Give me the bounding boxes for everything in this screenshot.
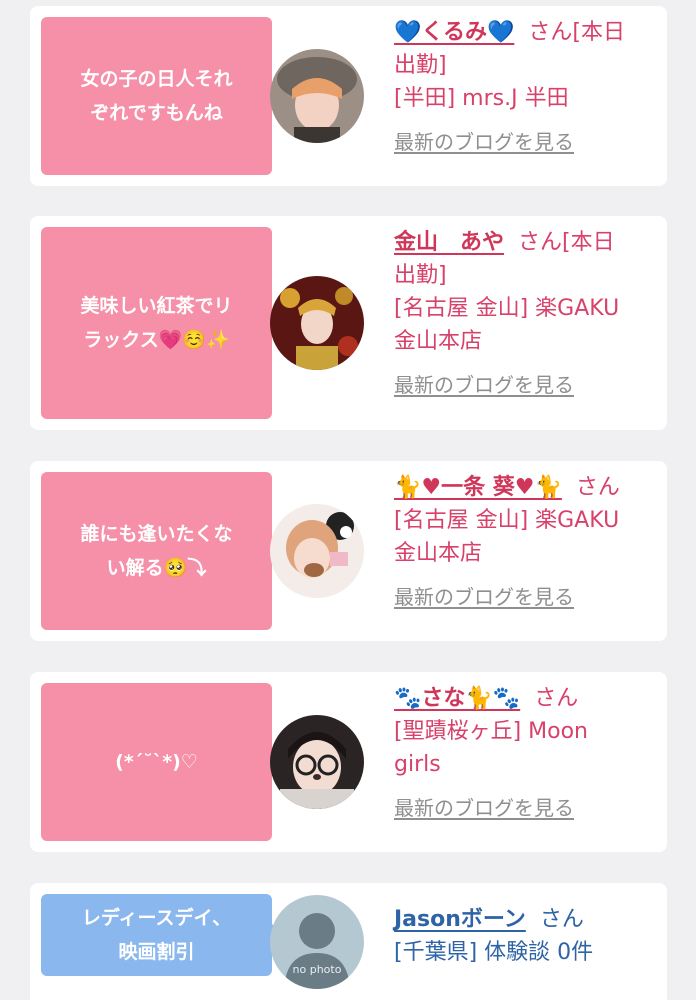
status-text: [本日 — [562, 230, 615, 255]
shop-name: [半田] mrs.J 半田 — [394, 86, 569, 111]
diary-feed: 女の子の日人それ ぞれですもんね 💙くるみ💙 さん[本日 出勤] [半田] mrs… — [0, 0, 696, 1000]
avatar[interactable]: no photo — [270, 895, 364, 989]
honorific: さん — [518, 230, 563, 255]
avatar[interactable] — [270, 715, 364, 809]
bubble-text: ぞれですもんね — [90, 102, 223, 124]
shop-name: [名古屋 金山] 楽GAKU — [394, 296, 620, 321]
girl-name-link[interactable]: 🐈♥一条 葵♥🐈 — [394, 475, 562, 500]
avatar[interactable] — [270, 276, 364, 370]
latest-blog-link[interactable]: 最新のブログを見る — [394, 795, 574, 821]
comment-bubble: 美味しい紅茶でリ ラックス💗☺️✨ — [41, 227, 283, 419]
status-text: [本日 — [572, 20, 625, 45]
shop-name: [名古屋 金山] 楽GAKU — [394, 508, 620, 533]
girl-name-link[interactable]: 🐾さな🐈🐾 — [394, 686, 520, 711]
shop-name: 金山本店 — [394, 541, 483, 566]
comment-bubble: レディースデイ、 映画割引 — [41, 894, 283, 976]
girl-name-link[interactable]: 金山 あや — [394, 230, 504, 255]
bubble-text: い解る🥺⤵ — [106, 557, 207, 579]
bubble-text: (*´˘`*)♡ — [115, 751, 198, 773]
bubble-text: 美味しい紅茶でリ — [80, 295, 233, 317]
honorific: さん — [534, 686, 579, 711]
list-item[interactable]: (*´˘`*)♡ 🐾さな🐈🐾 さん [聖蹟桜ヶ丘] Moon girls 最新のブ… — [30, 672, 667, 852]
girl-name-link[interactable]: 💙くるみ💙 — [394, 20, 514, 45]
girl-info: 🐾さな🐈🐾 さん [聖蹟桜ヶ丘] Moon girls 最新のブログを見る — [394, 682, 662, 825]
list-item[interactable]: 美味しい紅茶でリ ラックス💗☺️✨ 金山 あや さん[本日 出勤] [名古屋 金山… — [30, 216, 667, 430]
girl-info: 🐈♥一条 葵♥🐈 さん [名古屋 金山] 楽GAKU 金山本店 最新のブログを見る — [394, 471, 662, 614]
girl-info: 金山 あや さん[本日 出勤] [名古屋 金山] 楽GAKU 金山本店 最新のブロ… — [394, 226, 662, 402]
shop-name: 金山本店 — [394, 329, 483, 354]
latest-blog-link[interactable]: 最新のブログを見る — [394, 584, 574, 610]
girl-info: Jasonボーン さん [千葉県] 体験談 0件 — [394, 903, 662, 969]
comment-bubble: 誰にも逢いたくな い解る🥺⤵ — [41, 472, 283, 630]
review-info: [千葉県] 体験談 0件 — [394, 940, 594, 965]
status-text: 出勤] — [394, 53, 447, 78]
list-item[interactable]: 誰にも逢いたくな い解る🥺⤵ 🐈♥一条 葵♥🐈 さん [名古屋 金山] 楽GAKU… — [30, 461, 667, 641]
shop-name: girls — [394, 752, 441, 777]
girl-info: 💙くるみ💙 さん[本日 出勤] [半田] mrs.J 半田 最新のブログを見る — [394, 16, 662, 159]
avatar[interactable] — [270, 49, 364, 143]
latest-blog-link[interactable]: 最新のブログを見る — [394, 372, 574, 398]
list-item[interactable]: 女の子の日人それ ぞれですもんね 💙くるみ💙 さん[本日 出勤] [半田] mrs… — [30, 6, 667, 186]
honorific: さん — [575, 475, 620, 500]
bubble-text: 誰にも逢いたくな — [80, 523, 233, 545]
bubble-text: ラックス💗☺️✨ — [83, 329, 230, 351]
bubble-text: レディースデイ、 — [81, 907, 232, 929]
shop-name: [聖蹟桜ヶ丘] Moon — [394, 719, 589, 744]
user-name-link[interactable]: Jasonボーン — [394, 907, 526, 932]
comment-bubble: (*´˘`*)♡ — [41, 683, 283, 841]
bubble-text: 映画割引 — [118, 941, 195, 963]
status-text: 出勤] — [394, 263, 447, 288]
latest-blog-link[interactable]: 最新のブログを見る — [394, 129, 574, 155]
comment-bubble: 女の子の日人それ ぞれですもんね — [41, 17, 283, 175]
no-photo-text: no photo — [293, 963, 342, 976]
honorific: さん — [539, 907, 584, 932]
bubble-text: 女の子の日人それ — [80, 68, 233, 90]
list-item[interactable]: レディースデイ、 映画割引 no photo Jasonボーン さん [千葉県] … — [30, 883, 667, 1000]
avatar[interactable] — [270, 504, 364, 598]
honorific: さん — [528, 20, 573, 45]
